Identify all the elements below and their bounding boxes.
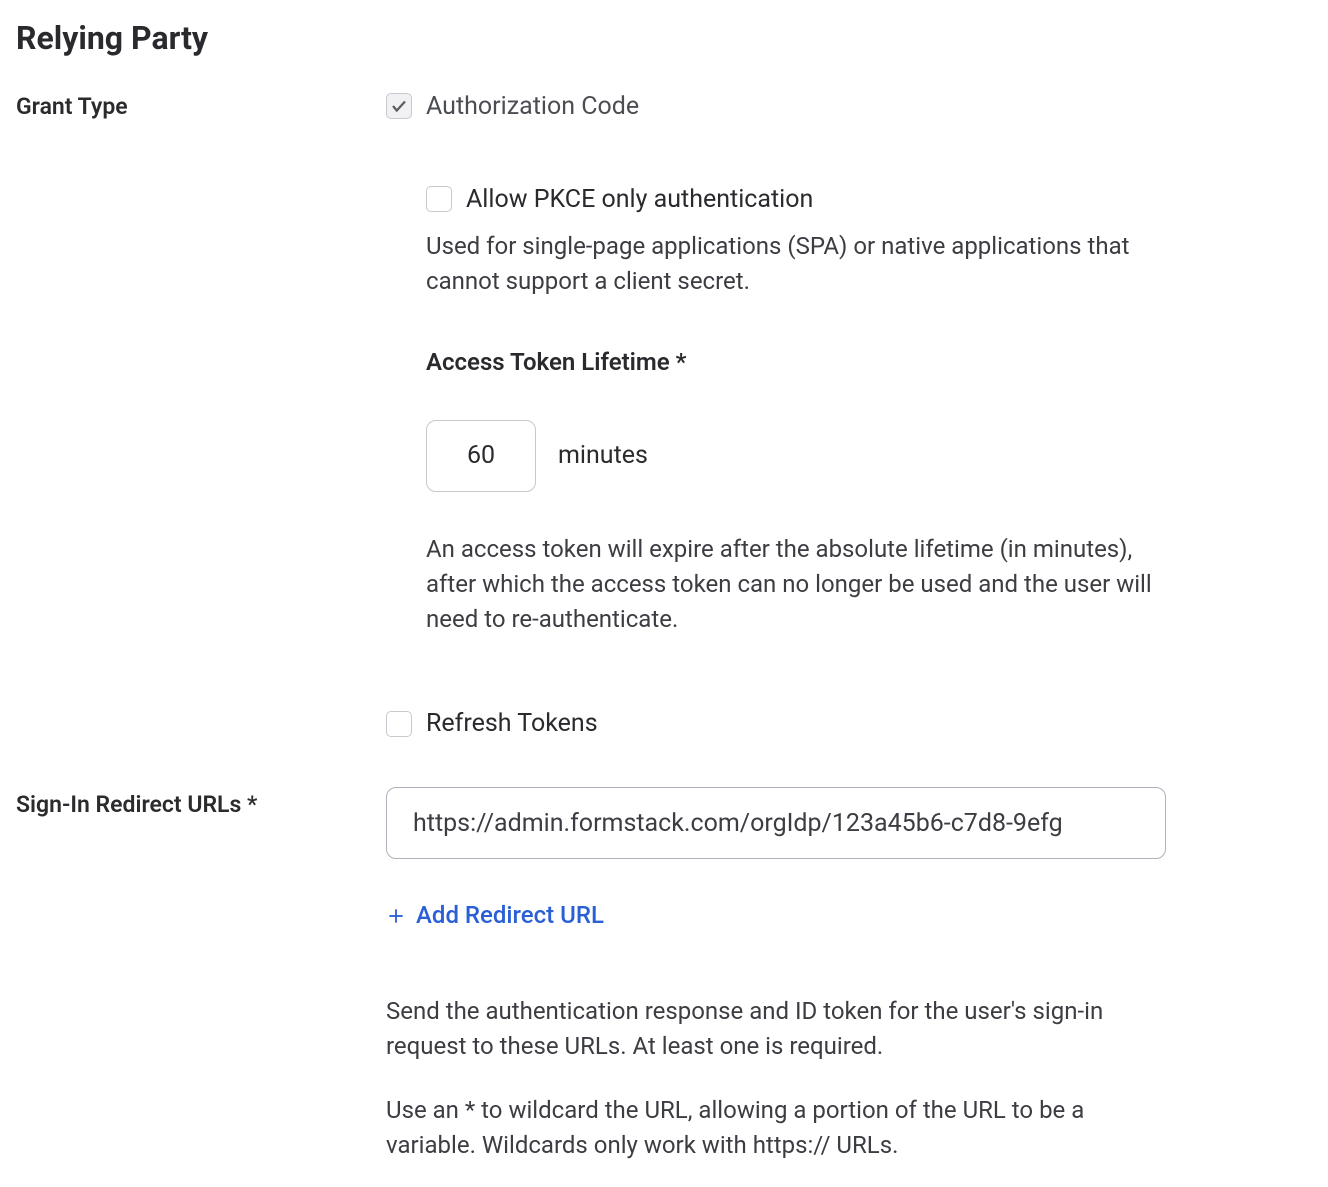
pkce-label: Allow PKCE only authentication (466, 182, 813, 217)
refresh-tokens-option: Refresh Tokens (386, 706, 1166, 741)
add-redirect-url-label: Add Redirect URL (416, 899, 604, 933)
refresh-tokens-label: Refresh Tokens (426, 706, 598, 741)
section-title: Relying Party (16, 16, 1312, 61)
add-redirect-url-button[interactable]: Add Redirect URL (386, 899, 604, 933)
pkce-checkbox[interactable] (426, 186, 452, 212)
authorization-code-label: Authorization Code (426, 89, 639, 124)
pkce-option: Allow PKCE only authentication (426, 182, 1166, 217)
grant-type-label: Grant Type (16, 89, 386, 123)
signin-redirect-label: Sign-In Redirect URLs * (16, 787, 386, 821)
access-token-lifetime-unit: minutes (558, 438, 648, 473)
refresh-tokens-checkbox[interactable] (386, 711, 412, 737)
check-icon (390, 97, 408, 115)
plus-icon (386, 906, 406, 926)
authorization-code-checkbox[interactable] (386, 93, 412, 119)
signin-redirect-row: Sign-In Redirect URLs * Add Redirect URL… (16, 787, 1312, 1163)
redirect-url-input[interactable] (386, 787, 1166, 859)
pkce-help-text: Used for single-page applications (SPA) … (426, 229, 1166, 299)
redirect-help-text-1: Send the authentication response and ID … (386, 994, 1166, 1064)
access-token-lifetime-title: Access Token Lifetime * (426, 346, 1166, 380)
access-token-help-text: An access token will expire after the ab… (426, 532, 1166, 636)
grant-type-row: Grant Type Authorization Code Allow PKCE… (16, 89, 1312, 742)
redirect-help-text-2: Use an * to wildcard the URL, allowing a… (386, 1093, 1166, 1163)
authorization-code-option: Authorization Code (386, 89, 1166, 124)
access-token-lifetime-input[interactable] (426, 420, 536, 492)
